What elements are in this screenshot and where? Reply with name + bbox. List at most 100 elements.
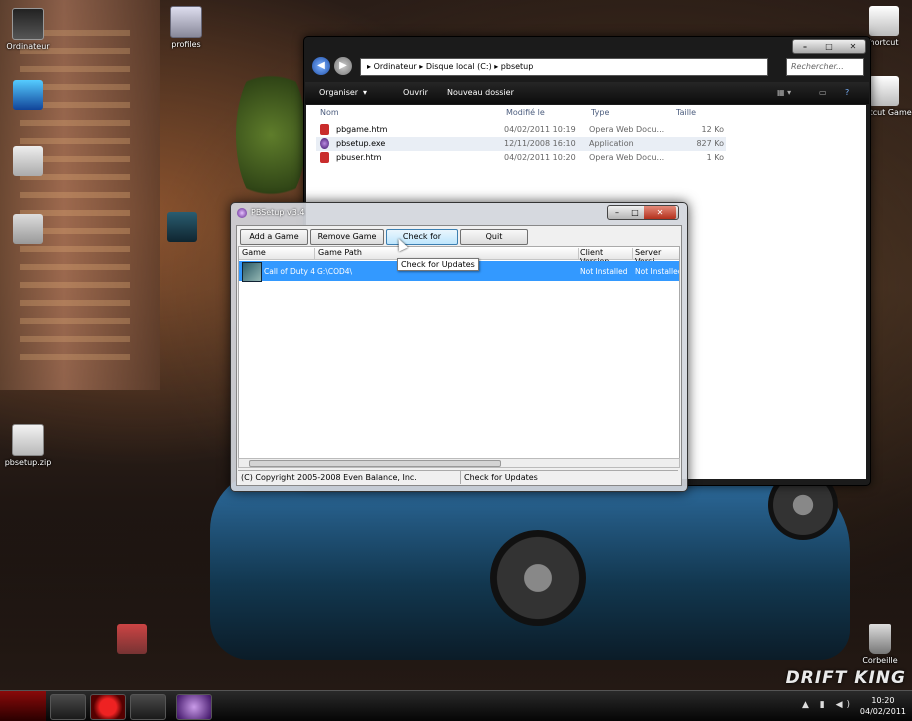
file-size: 12 Ko <box>701 125 724 134</box>
file-row[interactable]: pbgame.htm 04/02/2011 10:19 Opera Web Do… <box>316 123 726 137</box>
maximize-button[interactable]: □ <box>626 206 644 219</box>
view-options-icon[interactable]: ▦ ▾ <box>777 88 791 97</box>
file-size: 1 Ko <box>706 153 724 162</box>
pbsetup-window[interactable]: PBSetup v3.4 – □ ✕ Add a Game Remove Gam… <box>230 202 688 492</box>
organize-menu[interactable]: Organiser <box>319 88 358 97</box>
chevron-down-icon: ▾ <box>363 88 368 97</box>
desktop-icon-pbsetup-zip[interactable]: pbsetup.zip <box>0 424 56 467</box>
explorer-address-row: ◀ ▶ ▸ Ordinateur ▸ Disque local (C:) ▸ p… <box>312 57 790 79</box>
server-version: Not Installed <box>635 267 680 276</box>
desktop-icon-profiles[interactable]: profiles <box>158 6 214 49</box>
close-button[interactable]: ✕ <box>644 206 676 219</box>
desktop-icon-label: Ordinateur <box>6 42 50 51</box>
maximize-button[interactable]: □ <box>817 40 841 53</box>
status-separator <box>460 471 461 484</box>
taskbar: ▲ ▮ ◀) 10:20 04/02/2011 <box>0 690 912 721</box>
help-icon[interactable]: ? <box>845 88 849 97</box>
file-name: pbuser.htm <box>336 153 382 162</box>
status-bar: (C) Copyright 2005-2008 Even Balance, In… <box>238 470 678 484</box>
shortcut-icon <box>869 6 899 36</box>
app-icon <box>13 80 43 110</box>
column-header-modified[interactable]: Modifié le <box>506 108 545 117</box>
desktop-icon-app[interactable] <box>0 214 56 246</box>
minimize-button[interactable]: – <box>793 40 817 53</box>
copyright-text: (C) Copyright 2005-2008 Even Balance, In… <box>241 473 417 482</box>
wallpaper-logo-text: DRIFT KING <box>785 668 906 688</box>
taskbar-clock[interactable]: 10:20 04/02/2011 <box>860 695 906 717</box>
scrollbar-thumb[interactable] <box>249 460 501 467</box>
taskbar-app-opera[interactable] <box>90 694 126 720</box>
game-shortcut-icon <box>117 624 147 654</box>
file-type: Opera Web Docu... <box>589 125 665 134</box>
column-header-size[interactable]: Taille <box>676 108 696 117</box>
wallpaper-wheel <box>490 530 586 626</box>
desktop-icon-label: pbsetup.zip <box>4 458 52 467</box>
desktop-icon-game[interactable] <box>104 624 160 656</box>
file-modified: 04/02/2011 10:20 <box>504 153 576 162</box>
taskbar-app-game[interactable] <box>130 694 166 720</box>
file-modified: 12/11/2008 16:10 <box>504 139 576 148</box>
column-header-game[interactable]: Game <box>239 248 315 259</box>
column-header-client[interactable]: Client Version <box>577 248 633 266</box>
quit-button[interactable]: Quit <box>460 229 528 245</box>
recycle-bin-icon <box>869 624 891 654</box>
column-header-server[interactable]: Server Versi <box>632 248 679 266</box>
address-bar[interactable]: ▸ Ordinateur ▸ Disque local (C:) ▸ pbset… <box>360 58 768 76</box>
tooltip: Check for Updates <box>397 258 479 271</box>
remove-game-button[interactable]: Remove Game <box>310 229 384 245</box>
desktop-icon-game[interactable] <box>154 212 210 244</box>
wallpaper-building <box>0 0 160 390</box>
file-name: pbsetup.exe <box>336 139 386 148</box>
desktop-icon-label: Corbeille <box>862 656 898 665</box>
explorer-toolbar: Organiser ▾ Ouvrir Nouveau dossier ▦ ▾ ▭… <box>305 82 869 104</box>
horizontal-scrollbar[interactable] <box>238 458 680 468</box>
opera-document-icon <box>320 152 329 163</box>
client-version: Not Installed <box>580 267 628 276</box>
shortcut-icon <box>869 76 899 106</box>
pbsetup-app-icon <box>320 138 329 149</box>
explorer-window-controls: – □ ✕ <box>792 39 866 54</box>
desktop-icon-app[interactable] <box>0 146 56 178</box>
pbsetup-app-icon <box>237 208 247 218</box>
file-row[interactable]: pbuser.htm 04/02/2011 10:20 Opera Web Do… <box>316 151 726 165</box>
new-folder-button[interactable]: Nouveau dossier <box>447 88 514 97</box>
wallpaper-tree <box>236 60 306 210</box>
clock-date: 04/02/2011 <box>859 707 906 716</box>
file-size: 827 Ko <box>696 139 724 148</box>
column-header-name[interactable]: Nom <box>320 108 339 117</box>
minimize-button[interactable]: – <box>608 206 626 219</box>
start-button[interactable] <box>0 691 46 721</box>
computer-icon <box>12 8 44 40</box>
archive-icon <box>13 214 43 244</box>
zip-archive-icon <box>12 424 44 456</box>
open-button[interactable]: Ouvrir <box>403 88 428 97</box>
preview-pane-icon[interactable]: ▭ <box>819 88 827 97</box>
column-header-type[interactable]: Type <box>591 108 609 117</box>
games-table: Game Game Path Client Version Server Ver… <box>238 246 680 459</box>
back-arrow-icon[interactable]: ◀ <box>312 57 330 75</box>
add-game-button[interactable]: Add a Game <box>240 229 308 245</box>
game-shortcut-icon <box>167 212 197 242</box>
taskbar-app-explorer[interactable] <box>50 694 86 720</box>
game-name: Call of Duty 4 <box>264 267 316 276</box>
breadcrumb-item[interactable]: Disque local (C:) <box>426 62 492 71</box>
search-input[interactable]: Rechercher... <box>786 58 864 76</box>
status-message: Check for Updates <box>464 473 538 482</box>
system-tray-icons[interactable]: ▲ ▮ ◀) <box>802 700 854 710</box>
close-button[interactable]: ✕ <box>841 40 865 53</box>
desktop-icon-recycle-bin[interactable]: Corbeille <box>852 624 908 665</box>
clock-time: 10:20 <box>871 696 895 705</box>
file-icon <box>13 146 43 176</box>
breadcrumb-item[interactable]: Ordinateur <box>374 62 417 71</box>
game-path: G:\COD4\ <box>317 267 353 276</box>
file-row-selected[interactable]: pbsetup.exe 12/11/2008 16:10 Application… <box>316 137 726 151</box>
breadcrumb-item[interactable]: pbsetup <box>501 62 534 71</box>
desktop-icon-app[interactable] <box>0 80 56 112</box>
folder-icon <box>170 6 202 38</box>
pbsetup-window-controls: – □ ✕ <box>607 205 679 220</box>
forward-arrow-icon[interactable]: ▶ <box>334 57 352 75</box>
taskbar-app-pbsetup[interactable] <box>176 694 212 720</box>
desktop-icon-computer[interactable]: Ordinateur <box>0 8 56 51</box>
file-modified: 04/02/2011 10:19 <box>504 125 576 134</box>
opera-document-icon <box>320 124 329 135</box>
